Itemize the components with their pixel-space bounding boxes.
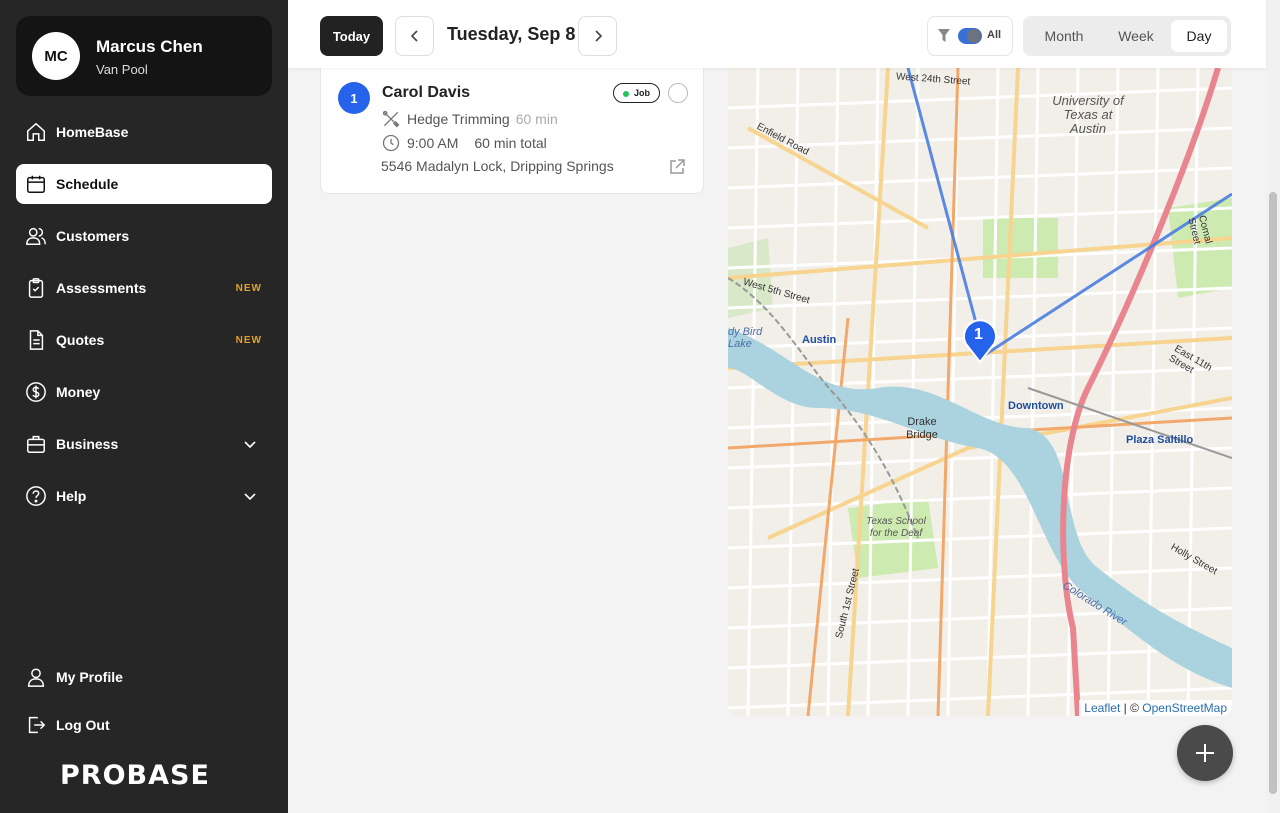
map-attribution: Leaflet | © OpenStreetMap <box>1079 700 1232 716</box>
scrollbar-thumb[interactable] <box>1269 192 1277 794</box>
logout-icon <box>24 713 48 737</box>
schedule-toolbar: Today Tuesday, Sep 8 All Month Week Day <box>288 0 1266 68</box>
sidebar-item-profile[interactable]: My Profile <box>16 657 272 697</box>
calendar-icon <box>24 172 48 196</box>
briefcase-icon <box>24 432 48 456</box>
time-row: 9:00 AM 60 min total <box>381 133 547 153</box>
job-type-badge: Job <box>613 83 660 103</box>
service-row: Hedge Trimming 60 min <box>381 109 558 129</box>
attribution-separator: | © <box>1120 701 1143 715</box>
sidebar: MC Marcus Chen Van Pool HomeBase Schedul… <box>0 0 288 813</box>
sidebar-item-label: Log Out <box>56 717 110 733</box>
job-address: 5546 Madalyn Lock, Dripping Springs <box>381 158 614 174</box>
filter-toggle[interactable] <box>958 28 982 44</box>
sidebar-item-label: Business <box>56 436 119 452</box>
sidebar-item-label: Money <box>56 384 101 400</box>
dollar-icon <box>24 380 48 404</box>
complete-checkbox[interactable] <box>668 83 688 103</box>
map-canvas[interactable] <box>728 68 1232 716</box>
user-icon <box>24 665 48 689</box>
map-label: Drake Bridge <box>906 416 938 441</box>
sidebar-item-schedule[interactable]: Schedule <box>16 164 272 204</box>
clipboard-check-icon <box>24 276 48 300</box>
document-icon <box>24 328 48 352</box>
next-day-button[interactable] <box>578 16 617 56</box>
sidebar-item-label: Customers <box>56 228 130 244</box>
external-link-icon[interactable] <box>668 158 686 176</box>
prev-day-button[interactable] <box>395 16 434 56</box>
sidebar-item-label: Help <box>56 488 87 504</box>
sidebar-item-logout[interactable]: Log Out <box>16 705 272 745</box>
new-badge: NEW <box>235 334 262 346</box>
service-duration: 60 min <box>515 111 558 127</box>
sidebar-item-quotes[interactable]: Quotes NEW <box>16 320 272 360</box>
map-label: University of Texas at Austin <box>1052 93 1124 136</box>
map-label: Texas School for the Deaf <box>866 516 926 539</box>
filter-control[interactable]: All <box>927 16 1013 56</box>
filter-label: All <box>987 29 1002 41</box>
osm-link[interactable]: OpenStreetMap <box>1142 701 1227 715</box>
filter-icon <box>938 29 950 42</box>
sidebar-item-homebase[interactable]: HomeBase <box>16 112 272 152</box>
users-icon <box>24 224 48 248</box>
current-date: Tuesday, Sep 8 <box>447 24 576 44</box>
sidebar-item-label: HomeBase <box>56 124 129 140</box>
today-button[interactable]: Today <box>320 16 383 56</box>
view-month-button[interactable]: Month <box>1027 20 1101 52</box>
marker-label: 1 <box>974 326 983 343</box>
sidebar-item-assessments[interactable]: Assessments NEW <box>16 268 272 308</box>
chevron-right-icon <box>594 30 602 42</box>
sidebar-item-label: Quotes <box>56 332 105 348</box>
route-map[interactable]: 1 West 24th Street Enfield Road Universi… <box>728 68 1232 716</box>
sidebar-item-label: Schedule <box>56 176 119 192</box>
chevron-left-icon <box>410 30 418 42</box>
job-total: 60 min total <box>474 135 547 151</box>
plus-icon <box>1196 744 1214 762</box>
clock-icon <box>382 134 400 152</box>
job-time: 9:00 AM <box>407 135 459 151</box>
probase-logo: PROBASE <box>60 760 210 791</box>
avatar: MC <box>32 32 80 80</box>
sidebar-item-help[interactable]: Help <box>16 476 272 516</box>
customer-name[interactable]: Carol Davis <box>382 84 470 102</box>
view-switcher: Month Week Day <box>1023 16 1231 56</box>
chevron-down-icon <box>244 441 256 449</box>
add-job-button[interactable] <box>1177 725 1233 781</box>
user-card[interactable]: MC Marcus Chen Van Pool <box>16 16 272 96</box>
map-label: dy Bird Lake <box>728 326 763 350</box>
home-icon <box>24 120 48 144</box>
user-role: Van Pool <box>96 62 148 77</box>
map-label: Austin <box>802 334 837 346</box>
leaflet-link[interactable]: Leaflet <box>1084 701 1120 715</box>
new-badge: NEW <box>235 282 262 294</box>
chevron-down-icon <box>244 493 256 501</box>
sidebar-item-business[interactable]: Business <box>16 424 272 464</box>
sidebar-item-money[interactable]: Money <box>16 372 272 412</box>
help-circle-icon <box>24 484 48 508</box>
view-day-button[interactable]: Day <box>1171 20 1227 52</box>
view-week-button[interactable]: Week <box>1103 20 1169 52</box>
user-name: Marcus Chen <box>96 37 203 56</box>
service-name: Hedge Trimming <box>407 111 510 127</box>
sidebar-item-customers[interactable]: Customers <box>16 216 272 256</box>
map-label: Downtown <box>1008 400 1064 412</box>
job-card[interactable]: 1 Carol Davis Job Hedge Trimming 60 min … <box>320 68 704 194</box>
sidebar-item-label: Assessments <box>56 280 147 296</box>
sidebar-item-label: My Profile <box>56 669 123 685</box>
tools-icon <box>382 110 400 128</box>
scrollbar[interactable] <box>1266 0 1280 813</box>
map-label: Plaza Saltillo <box>1126 434 1194 446</box>
job-number-marker: 1 <box>338 82 370 114</box>
